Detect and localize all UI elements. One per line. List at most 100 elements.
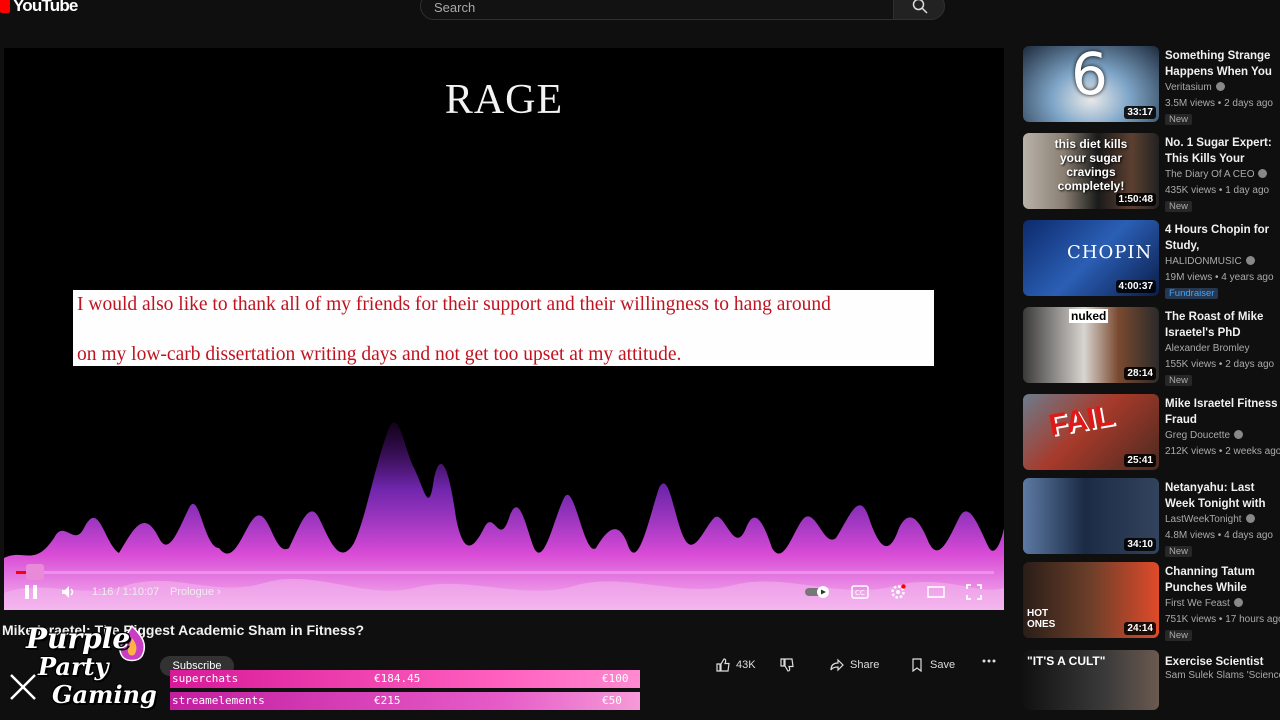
fundraiser-badge: Fundraiser [1165,288,1219,299]
video-thumbnail[interactable]: nuked 28:14 [1023,307,1159,383]
video-thumbnail[interactable]: 6 33:17 [1023,46,1159,122]
video-title[interactable]: Mike Israetel Fitness Fraud [1165,396,1280,428]
top-bar: YouTube Search [0,0,1280,22]
new-badge: New [1165,375,1193,386]
theater-mode-button[interactable] [926,582,946,602]
like-count: 43K [736,659,756,671]
chapter-button[interactable]: Prologue › [170,586,221,598]
channel-name-text: LastWeekTonight [1165,514,1242,525]
chapter-arrow-icon: › [217,586,221,598]
progress-bar[interactable] [16,571,994,574]
donation-goal: €50 [602,694,622,707]
recommended-video[interactable]: "IT'S A CULT" Exercise Scientist Respond… [1023,650,1280,720]
video-thumbnail[interactable]: HOT ONES 24:14 [1023,562,1159,638]
pause-icon [25,585,37,599]
save-playlist-icon [912,658,922,672]
video-title[interactable]: Exercise Scientist Responds [1165,654,1280,670]
video-thumbnail[interactable]: 34:10 [1023,478,1159,554]
video-title[interactable]: The Roast of Mike Israetel's PhD Dissert… [1165,309,1280,341]
donation-value: €215 [374,694,401,707]
channel-name[interactable]: Sam Sulek Slams 'Science' [1165,670,1280,681]
video-meta: 4.8M views • 4 days ago [1165,530,1273,541]
video-meta: 751K views • 17 hours ago [1165,614,1280,625]
save-button[interactable]: Save [910,658,955,672]
video-meta: 435K views • 1 day ago [1165,185,1270,196]
thumbnail-text: 6 [1071,46,1108,108]
pause-button[interactable] [20,582,42,602]
overlay-logo-line-3: Gaming [52,680,157,709]
recommended-video[interactable]: CHOPIN 4:00:37 4 Hours Chopin for Study,… [1023,220,1280,302]
video-meta: 155K views • 2 days ago [1165,359,1275,370]
video-title[interactable]: No. 1 Sugar Expert: This Kills Your Suga… [1165,135,1280,167]
channel-name[interactable]: Alexander Bromley [1165,343,1249,354]
verified-icon [1234,430,1244,439]
like-button[interactable]: 43K [716,658,756,672]
video-thumbnail[interactable]: "IT'S A CULT" [1023,650,1159,710]
autoplay-toggle[interactable] [804,584,832,600]
channel-name-text: First We Feast [1165,598,1230,609]
overlay-logo-line-2: Party [38,652,109,681]
time-display: 1:16 / 1:10:07 [92,586,160,598]
theater-icon [927,586,945,598]
recommended-video[interactable]: 6 33:17 Something Strange Happens When Y… [1023,46,1280,128]
search-input[interactable]: Search [420,0,894,20]
verified-icon [1245,256,1255,265]
donation-label: streamelements [172,694,265,707]
share-arrow-icon [830,658,844,672]
player-controls: 1:16 / 1:10:07 Prologue › CC [4,578,1004,608]
video-title[interactable]: 4 Hours Chopin for Study, Concentration … [1165,222,1280,254]
volume-button[interactable] [58,582,80,602]
more-actions-button[interactable] [982,658,996,664]
share-button[interactable]: Share [830,658,879,672]
fullscreen-icon [966,584,982,600]
captions-button[interactable]: CC [850,582,870,602]
video-title[interactable]: Netanyahu: Last Week Tonight with John O… [1165,480,1280,512]
video-thumbnail[interactable]: this diet kills your sugar cravings comp… [1023,133,1159,209]
purple-flames-effect [4,422,1004,610]
video-duration: 4:00:37 [1115,280,1156,293]
dislike-button[interactable] [780,658,794,672]
donation-label: superchats [172,672,239,685]
crossed-swords-icon [10,674,36,700]
thumbnail-text: CHOPIN [1067,242,1153,263]
recommended-video[interactable]: this diet kills your sugar cravings comp… [1023,133,1280,215]
search-button[interactable] [893,0,945,20]
channel-name[interactable]: HALIDONMUSIC [1165,256,1255,267]
channel-name[interactable]: Greg Doucette [1165,430,1244,441]
donation-row-superchats: superchats €184.45 €100 [170,670,640,688]
video-thumbnail[interactable]: FAIL 25:41 [1023,394,1159,470]
stream-overlay-logo: Purple Party Gaming [2,622,162,718]
channel-name[interactable]: LastWeekTonight [1165,514,1255,525]
volume-icon [62,586,74,598]
settings-button[interactable] [888,582,908,602]
new-badge: New [1165,546,1193,557]
fullscreen-button[interactable] [964,582,984,602]
verified-icon [1215,82,1225,91]
youtube-logo[interactable]: YouTube [0,0,78,16]
verified-icon [1245,514,1255,523]
more-horizontal-icon [982,659,996,663]
channel-name-text: HALIDONMUSIC [1165,256,1242,267]
youtube-play-icon [0,0,10,13]
video-player[interactable]: RAGE I would also like to thank all of m… [4,48,1004,610]
channel-name[interactable]: Veritasium [1165,82,1225,93]
search-placeholder: Search [434,0,476,15]
recommended-video[interactable]: 34:10 Netanyahu: Last Week Tonight with … [1023,478,1280,560]
logo-text: YouTube [13,0,78,15]
recommended-video[interactable]: FAIL 25:41 Mike Israetel Fitness Fraud G… [1023,394,1280,476]
video-thumbnail[interactable]: CHOPIN 4:00:37 [1023,220,1159,296]
channel-name[interactable]: First We Feast [1165,598,1243,609]
video-meta: 3.5M views • 2 days ago [1165,98,1273,109]
channel-name[interactable]: The Diary Of A CEO [1165,169,1268,180]
video-title[interactable]: Channing Tatum Punches While Eating Spic… [1165,564,1280,596]
recommended-video[interactable]: HOT ONES 24:14 Channing Tatum Punches Wh… [1023,562,1280,644]
video-title[interactable]: Something Strange Happens When You Trace… [1165,48,1280,80]
video-duration: 25:41 [1124,454,1156,467]
recommended-video[interactable]: nuked 28:14 The Roast of Mike Israetel's… [1023,307,1280,389]
channel-name-text: Veritasium [1165,82,1212,93]
new-badge: New [1165,201,1193,212]
thumbnail-text: HOT ONES [1027,608,1056,630]
thumbnail-text: FAIL [1046,398,1117,443]
gear-icon [891,584,906,599]
autoplay-toggle-icon [805,586,829,598]
